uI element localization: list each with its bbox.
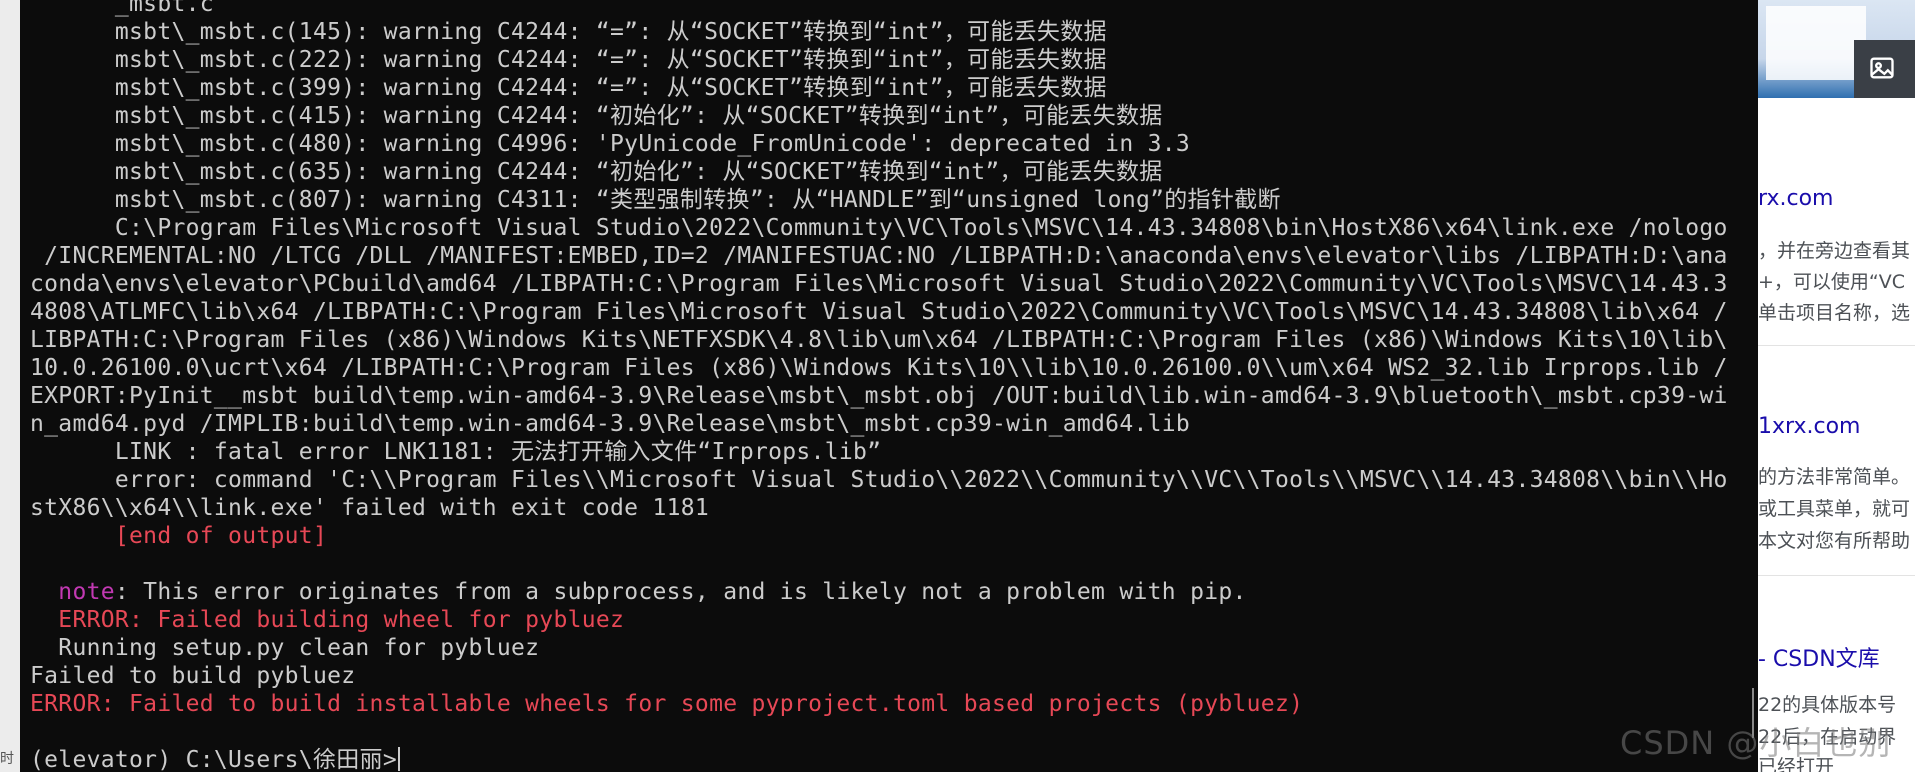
result-snippet-2a: 的方法非常简单。 [1758, 466, 1911, 488]
text-cursor [398, 747, 400, 771]
terminal-line: _msbt.c [30, 0, 214, 17]
result-snippet-2b: 或工具菜单，就可 [1758, 498, 1911, 520]
terminal-line-indent [30, 579, 58, 605]
csdn-watermark: CSDN @小白也别 [1620, 724, 1892, 762]
terminal-line: (elevator) C:\Users\徐田丽> [30, 746, 1735, 772]
note-label: note [58, 579, 115, 605]
note-text: : This error originates from a subproces… [114, 579, 1247, 605]
result-link-1[interactable]: rx.com [1758, 186, 1833, 211]
terminal-line: conda\envs\elevator\PCbuild\amd64 /LIBPA… [30, 271, 1728, 297]
terminal-line: /INCREMENTAL:NO /LTCG /DLL /MANIFEST:EMB… [30, 243, 1728, 269]
terminal-line: msbt\_msbt.c(807): warning C4311: “类型强制转… [30, 187, 1281, 213]
thumbnail-screenshot [1766, 6, 1866, 80]
terminal-line: msbt\_msbt.c(145): warning C4244: “=”: 从… [30, 19, 1107, 45]
result-thumbnail[interactable] [1758, 0, 1915, 98]
result-snippet-1a: ，并在旁边查看其 [1758, 240, 1911, 262]
result-divider [1758, 345, 1915, 346]
terminal-line: 10.0.26100.0\ucrt\x64 /LIBPATH:C:\Progra… [30, 355, 1728, 381]
command-prompt[interactable]: (elevator) C:\Users\徐田丽> [30, 747, 397, 772]
terminal-line: Failed to build pybluez [30, 663, 356, 689]
result-snippet-1c: 单击项目名称，选 [1758, 302, 1911, 324]
terminal-line: ERROR: Failed building wheel for pybluez [30, 607, 625, 633]
result-divider [1758, 575, 1915, 576]
terminal-line: n_amd64.pyd /IMPLIB:build\temp.win-amd64… [30, 411, 1191, 437]
result-snippet-3a: 22的具体版本号 [1758, 694, 1897, 716]
terminal-line: msbt\_msbt.c(635): warning C4244: “初始化”:… [30, 159, 1163, 185]
terminal-line: msbt\_msbt.c(399): warning C4244: “=”: 从… [30, 75, 1107, 101]
left-edge-text: 时 [0, 751, 14, 767]
result-snippet-1b: +，可以使用“VC [1758, 271, 1906, 293]
terminal-window[interactable]: _msbt.c msbt\_msbt.c(145): warning C4244… [20, 0, 1758, 772]
terminal-line: msbt\_msbt.c(222): warning C4244: “=”: 从… [30, 47, 1107, 73]
terminal-line: LIBPATH:C:\Program Files (x86)\Windows K… [30, 327, 1728, 353]
terminal-line: note: This error originates from a subpr… [30, 578, 1735, 606]
terminal-line: 4808\ATLMFC\lib\x64 /LIBPATH:C:\Program … [30, 299, 1728, 325]
terminal-line: stX86\\x64\\link.exe' failed with exit c… [30, 495, 710, 521]
terminal-line: EXPORT:PyInit__msbt build\temp.win-amd64… [30, 383, 1728, 409]
terminal-line: C:\Program Files\Microsoft Visual Studio… [30, 215, 1728, 241]
image-icon[interactable] [1868, 54, 1896, 82]
terminal-line: Running setup.py clean for pybluez [30, 635, 540, 661]
terminal-line: error: command 'C:\\Program Files\\Micro… [30, 467, 1728, 493]
terminal-line: LINK : fatal error LNK1181: 无法打开输入文件“Irp… [30, 439, 882, 465]
result-snippet-2c: 本文对您有所帮助 [1758, 530, 1911, 552]
terminal-line: msbt\_msbt.c(415): warning C4244: “初始化”:… [30, 103, 1163, 129]
terminal-line: [end of output] [30, 523, 328, 549]
terminal-line: ERROR: Failed to build installable wheel… [30, 691, 1304, 717]
terminal-line: msbt\_msbt.c(480): warning C4996: 'PyUni… [30, 131, 1191, 157]
result-link-3[interactable]: - CSDN文库 [1758, 641, 1880, 673]
terminal-output: _msbt.c msbt\_msbt.c(145): warning C4244… [30, 0, 1735, 772]
left-window-edge: 时 [0, 0, 21, 772]
browser-search-results: rx.com ，并在旁边查看其 +，可以使用“VC 单击项目名称，选 1xrx.… [1758, 0, 1915, 772]
result-link-2[interactable]: 1xrx.com [1758, 414, 1860, 439]
